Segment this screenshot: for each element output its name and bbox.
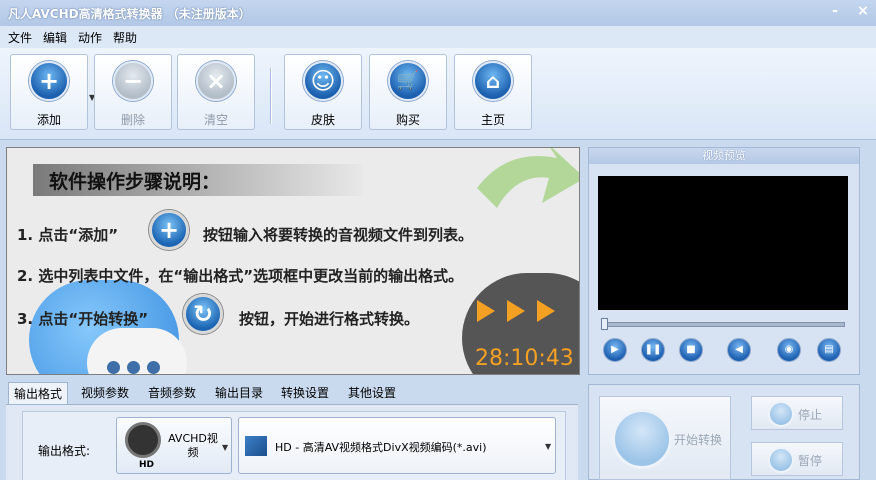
- tab-output-dir[interactable]: 输出目录: [210, 382, 268, 404]
- menu-action[interactable]: 动作: [78, 29, 102, 46]
- seek-handle[interactable]: [601, 318, 608, 330]
- dot-decoration: [127, 361, 140, 374]
- remove-label: 删除: [120, 113, 145, 127]
- remove-button[interactable]: − 删除: [94, 54, 172, 130]
- plus-icon: +: [149, 210, 189, 250]
- step-1-text: 1. 点击“添加”: [17, 226, 119, 244]
- start-convert-label: 开始转换: [674, 433, 723, 447]
- format-selector[interactable]: HD AVCHD视频 ▼: [116, 417, 232, 474]
- cube-icon: [245, 436, 267, 456]
- convert-icon: [612, 409, 672, 469]
- cart-icon: 🛒: [388, 61, 428, 101]
- step-3-text: 3. 点击“开始转换”: [17, 310, 149, 328]
- clear-button[interactable]: × 清空: [177, 54, 255, 130]
- play-icon[interactable]: ▶: [603, 338, 627, 362]
- x-icon: ×: [196, 61, 236, 101]
- stop-button[interactable]: 停止: [751, 396, 843, 430]
- video-preview-panel: 视频预览 ▶ ❚❚ ■ ◀ ◉ ▤: [588, 147, 860, 375]
- window-title: 凡人AVCHD高清格式转换器 （未注册版本）: [8, 7, 251, 21]
- preview-title: 视频预览: [589, 148, 859, 164]
- pause-icon: [768, 447, 794, 473]
- toolbar-separator: [270, 68, 272, 124]
- tab-other-settings[interactable]: 其他设置: [343, 382, 401, 404]
- instruction-panel: 28:10:43 软件操作步骤说明： 1. 点击“添加” + 按钮输入将要转换的…: [6, 147, 580, 375]
- menu-help[interactable]: 帮助: [113, 29, 137, 46]
- home-button[interactable]: ⌂ 主页: [454, 54, 532, 130]
- video-screen: [598, 176, 848, 310]
- dot-decoration: [107, 361, 120, 374]
- pause-label: 暂停: [798, 454, 823, 468]
- skin-button[interactable]: ☺ 皮肤: [284, 54, 362, 130]
- settings-tabs: 输出格式 视频参数 音频参数 输出目录 转换设置 其他设置: [6, 382, 578, 404]
- convert-icon: ↻: [183, 294, 223, 334]
- minus-icon: −: [113, 61, 153, 101]
- chevron-right-icon: [507, 300, 525, 322]
- tab-video-params[interactable]: 视频参数: [76, 382, 134, 404]
- chevron-down-icon[interactable]: ▼: [222, 443, 228, 452]
- time-display: 28:10:43: [475, 346, 574, 371]
- guide-heading: 软件操作步骤说明：: [49, 171, 221, 193]
- add-button[interactable]: + 添加 ▼: [10, 54, 95, 130]
- menu-edit[interactable]: 编辑: [43, 29, 67, 46]
- add-label: 添加: [36, 113, 61, 127]
- hd-badge: HD: [139, 460, 155, 470]
- folder-icon[interactable]: ▤: [817, 338, 841, 362]
- plus-icon: +: [29, 61, 69, 101]
- menu-file[interactable]: 文件: [8, 29, 32, 46]
- buy-button[interactable]: 🛒 购买: [369, 54, 447, 130]
- close-button[interactable]: ×: [854, 3, 872, 19]
- skin-label: 皮肤: [310, 113, 335, 127]
- step-2-text: 2. 选中列表中文件，在“输出格式”选项框中更改当前的输出格式。: [17, 267, 464, 285]
- output-format-label: 输出格式:: [38, 444, 91, 458]
- tab-convert-settings[interactable]: 转换设置: [276, 382, 334, 404]
- stop-icon[interactable]: ■: [679, 338, 703, 362]
- home-label: 主页: [480, 113, 505, 127]
- chevron-right-icon: [537, 300, 555, 322]
- tab-audio-params[interactable]: 音频参数: [143, 382, 201, 404]
- pause-button[interactable]: 暂停: [751, 442, 843, 476]
- clear-label: 清空: [203, 113, 228, 127]
- chevron-right-icon: [477, 300, 495, 322]
- format-name: AVCHD视频: [168, 432, 218, 459]
- step-1-rest: 按钮输入将要转换的音视频文件到列表。: [203, 226, 474, 244]
- dot-decoration: [147, 361, 160, 374]
- profile-dropdown[interactable]: HD - 高清AV视频格式DivX视频编码(*.avi) ▼: [238, 417, 556, 474]
- home-icon: ⌂: [473, 61, 513, 101]
- pause-icon[interactable]: ❚❚: [641, 338, 665, 362]
- arrow-decoration-icon: [477, 148, 579, 208]
- minimize-button[interactable]: -: [826, 3, 844, 19]
- volume-icon[interactable]: ◀: [727, 338, 751, 362]
- title-bar: 凡人AVCHD高清格式转换器 （未注册版本） - ×: [0, 0, 876, 26]
- buy-label: 购买: [395, 113, 420, 127]
- menu-bar: 文件 编辑 动作 帮助: [0, 26, 876, 48]
- seek-bar[interactable]: [601, 322, 845, 327]
- chevron-down-icon[interactable]: ▼: [545, 442, 551, 451]
- start-convert-button[interactable]: 开始转换: [599, 396, 731, 480]
- stop-label: 停止: [798, 408, 823, 422]
- tab-output-format[interactable]: 输出格式: [8, 382, 69, 404]
- profile-value: HD - 高清AV视频格式DivX视频编码(*.avi): [275, 441, 487, 454]
- smiley-icon: ☺: [303, 61, 343, 101]
- step-3-rest: 按钮，开始进行格式转换。: [239, 310, 420, 328]
- stop-icon: [768, 401, 794, 427]
- film-reel-icon: [125, 422, 161, 458]
- snapshot-icon[interactable]: ◉: [777, 338, 801, 362]
- toolbar: + 添加 ▼ − 删除 × 清空 ☺ 皮肤 🛒 购买 ⌂ 主页: [0, 48, 876, 140]
